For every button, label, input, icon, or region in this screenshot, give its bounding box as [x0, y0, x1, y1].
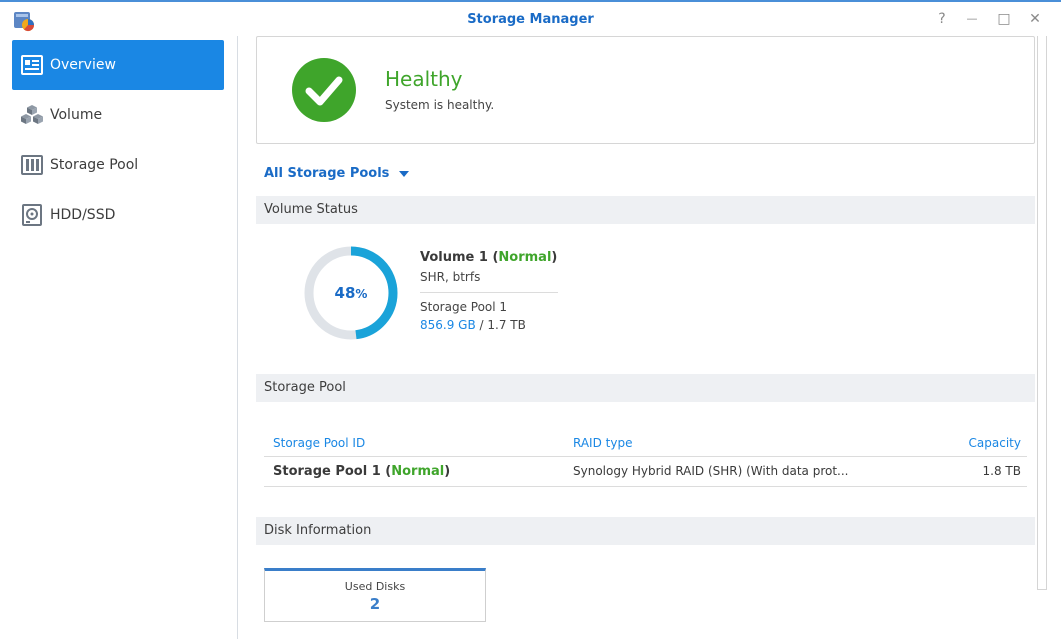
sidebar-item-volume[interactable]: Volume — [12, 90, 224, 140]
sidebar-item-overview[interactable]: Overview — [12, 40, 224, 90]
used-disks-card[interactable]: Used Disks 2 — [264, 568, 486, 622]
pool-state: Normal — [391, 464, 445, 479]
volume-pool: Storage Pool 1 — [420, 300, 508, 314]
volume-total: 1.7 TB — [487, 318, 526, 332]
volume-name-text: Volume 1 — [420, 250, 488, 265]
maximize-button[interactable]: □ — [995, 10, 1013, 28]
pool-filter-label: All Storage Pools — [264, 166, 390, 181]
window-title: Storage Manager — [467, 12, 594, 27]
sidebar-item-label: HDD/SSD — [50, 207, 116, 223]
close-button[interactable]: ✕ — [1026, 10, 1044, 28]
usage-value: 48 — [334, 284, 356, 302]
pool-name-cell: Storage Pool 1 (Normal) — [273, 464, 451, 479]
sidebar: Overview Volume Storage Pool HDD/SSD — [0, 36, 238, 639]
overview-icon — [20, 53, 44, 77]
health-panel: Healthy System is healthy. — [256, 36, 1035, 144]
volume-capacity: 856.9 GB / 1.7 TB — [420, 318, 526, 332]
volume-state: Normal — [498, 250, 552, 265]
used-disks-label: Used Disks — [344, 580, 406, 593]
help-button[interactable]: ? — [933, 10, 951, 28]
volume-usage-percent: 48% — [302, 244, 400, 342]
caret-down-icon — [399, 170, 410, 177]
pool-name: Storage Pool 1 — [273, 464, 381, 479]
pool-capacity-cell: 1.8 TB — [982, 464, 1021, 478]
health-description: System is healthy. — [385, 98, 495, 112]
percent-sign: % — [355, 287, 368, 301]
health-status: Healthy — [385, 67, 463, 91]
table-row[interactable]: Storage Pool 1 (Normal) Synology Hybrid … — [264, 457, 1027, 487]
column-header-id[interactable]: Storage Pool ID — [273, 436, 365, 450]
volume-filesystem: SHR, btrfs — [420, 270, 481, 284]
main-content: Healthy System is healthy. All Storage P… — [240, 36, 1061, 639]
sidebar-item-label: Overview — [50, 57, 116, 73]
volume-used: 856.9 GB — [420, 318, 476, 332]
title-bar: Storage Manager ? — □ ✕ — [0, 0, 1061, 36]
divider — [420, 292, 558, 293]
volume-status-heading: Volume Status — [256, 196, 1035, 224]
sidebar-item-storage-pool[interactable]: Storage Pool — [12, 140, 224, 190]
volume-cubes-icon — [20, 103, 44, 127]
sidebar-item-label: Storage Pool — [50, 157, 139, 173]
used-disks-count: 2 — [369, 595, 381, 613]
sidebar-item-hdd-ssd[interactable]: HDD/SSD — [12, 190, 224, 240]
pool-raid-cell: Synology Hybrid RAID (SHR) (With data pr… — [573, 464, 849, 478]
table-header-row: Storage Pool ID RAID type Capacity — [264, 429, 1027, 457]
column-header-capacity[interactable]: Capacity — [969, 436, 1021, 450]
sidebar-item-label: Volume — [50, 107, 103, 123]
storage-pool-icon — [20, 153, 44, 177]
check-circle-icon — [292, 58, 356, 122]
storage-pool-heading: Storage Pool — [256, 374, 1035, 402]
scrollbar[interactable] — [1037, 36, 1047, 590]
storage-pool-table: Storage Pool ID RAID type Capacity Stora… — [264, 429, 1027, 487]
disk-information-heading: Disk Information — [256, 517, 1035, 545]
hdd-icon — [20, 203, 44, 227]
minimize-button[interactable]: — — [963, 10, 981, 28]
column-header-raid[interactable]: RAID type — [573, 436, 632, 450]
storage-pool-filter-dropdown[interactable]: All Storage Pools — [264, 166, 410, 181]
volume-name[interactable]: Volume 1 (Normal) — [420, 250, 558, 265]
volume-info: Volume 1 (Normal) SHR, btrfs Storage Poo… — [420, 250, 558, 332]
